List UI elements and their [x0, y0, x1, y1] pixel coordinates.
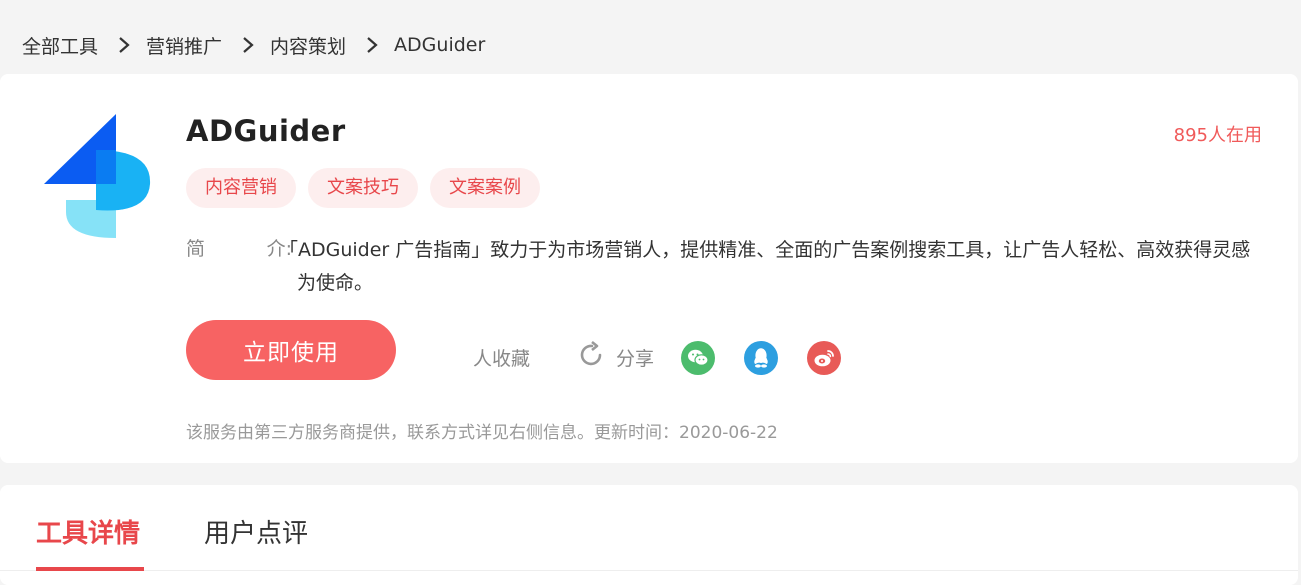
chevron-right-icon	[112, 37, 136, 53]
tab-tool-details[interactable]: 工具详情	[36, 513, 140, 550]
service-notice: 该服务由第三方服务商提供，联系方式详见右侧信息。更新时间：2020-06-22	[186, 423, 778, 443]
tabs-card: 工具详情 用户点评	[0, 485, 1298, 585]
tool-info-card: ADGuider 895人在用 内容营销 文案技巧 文案案例 简 介: 「ADG…	[0, 74, 1298, 463]
user-count: 895人在用	[1173, 125, 1262, 146]
wechat-icon[interactable]	[681, 341, 715, 375]
tab-divider	[0, 570, 1298, 571]
breadcrumb-current: ADGuider	[394, 34, 486, 56]
share-label: 分享	[616, 347, 655, 370]
use-now-button[interactable]: 立即使用	[186, 320, 396, 380]
chevron-right-icon	[236, 37, 260, 53]
active-tab-indicator	[36, 567, 144, 571]
tag-list: 内容营销 文案技巧 文案案例	[186, 168, 540, 208]
share-button[interactable]: 分享	[578, 340, 655, 373]
breadcrumb-all-tools[interactable]: 全部工具	[22, 32, 98, 59]
intro-text: 「ADGuider 广告指南」致力于为市场营销人，提供精准、全面的广告案例搜索工…	[279, 239, 1251, 294]
tab-user-reviews[interactable]: 用户点评	[204, 513, 308, 550]
breadcrumb: 全部工具 营销推广 内容策划 ADGuider	[22, 30, 485, 60]
tool-name: ADGuider	[186, 114, 346, 148]
intro-label-part: 简	[186, 238, 206, 260]
collect-button[interactable]: 人收藏	[473, 344, 530, 371]
breadcrumb-marketing[interactable]: 营销推广	[146, 32, 222, 59]
chevron-right-icon	[360, 37, 384, 53]
share-icon	[578, 340, 606, 373]
tag-copywriting-tips[interactable]: 文案技巧	[308, 168, 418, 208]
tool-logo	[44, 114, 152, 238]
tag-copy-cases[interactable]: 文案案例	[430, 168, 540, 208]
weibo-icon[interactable]	[807, 341, 841, 375]
breadcrumb-content-planning[interactable]: 内容策划	[270, 32, 346, 59]
tag-content-marketing[interactable]: 内容营销	[186, 168, 296, 208]
qq-icon[interactable]	[744, 341, 778, 375]
